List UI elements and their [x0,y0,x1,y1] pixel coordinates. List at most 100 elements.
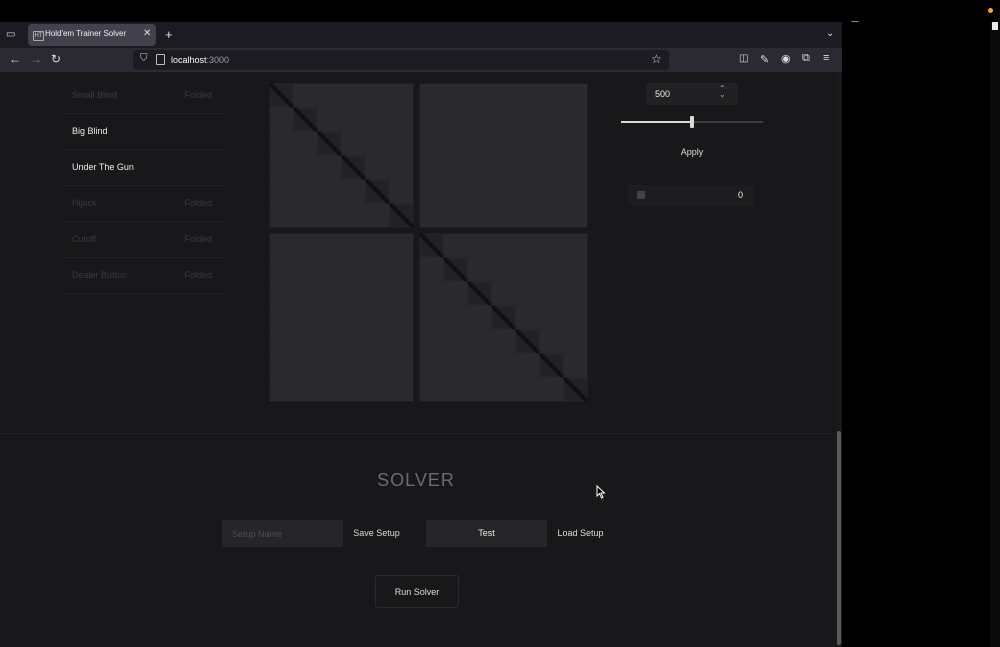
position-item[interactable]: Big Blind [62,115,224,150]
hand-cell[interactable] [389,377,414,402]
hand-cell[interactable] [365,281,390,306]
hand-cell[interactable] [269,131,294,156]
hand-cell[interactable] [317,353,342,378]
hand-cell[interactable] [491,155,516,180]
hand-cell[interactable] [539,83,564,108]
hand-cell[interactable] [317,107,342,132]
hand-cell[interactable] [443,233,468,258]
hand-cell[interactable] [419,155,444,180]
hand-cell[interactable] [539,179,564,204]
pocket-icon[interactable]: ◫ [739,53,748,64]
hand-cell[interactable] [539,131,564,156]
hand-cell[interactable] [563,353,588,378]
hand-cell[interactable] [563,107,588,132]
hand-cell[interactable] [539,305,564,330]
hand-cell[interactable] [341,329,366,354]
hand-cell[interactable] [341,131,366,156]
load-setup-button[interactable]: Load Setup [549,520,612,547]
hand-cell[interactable] [419,305,444,330]
hand-cell[interactable] [341,353,366,378]
hand-cell[interactable] [293,179,318,204]
count-checkbox[interactable] [637,191,645,199]
bet-slider-handle[interactable] [690,116,694,128]
hand-range-grid[interactable] [258,72,588,402]
hand-cell[interactable] [341,257,366,282]
hand-cell[interactable] [467,233,492,258]
back-arrow-icon[interactable]: ← [9,52,21,66]
hand-cell[interactable] [269,353,294,378]
hand-cell[interactable] [269,305,294,330]
hand-cell[interactable] [419,377,444,402]
hand-cell[interactable] [563,281,588,306]
hand-cell[interactable] [443,353,468,378]
tab-overview-icon[interactable]: ▭ [6,29,15,40]
hand-cell[interactable] [341,233,366,258]
hand-cell[interactable] [317,377,342,402]
hand-cell[interactable] [341,305,366,330]
hand-cell[interactable] [443,155,468,180]
hand-cell[interactable] [443,83,468,108]
hand-cell[interactable] [467,377,492,402]
hand-cell[interactable] [491,107,516,132]
plus-icon[interactable]: + [165,27,173,42]
hand-cell[interactable] [563,329,588,354]
star-icon[interactable]: ☆ [651,52,662,66]
hand-cell[interactable] [515,233,540,258]
hand-cell[interactable] [515,203,540,228]
hand-cell[interactable] [317,203,342,228]
hand-cell[interactable] [419,353,444,378]
apply-button[interactable]: Apply [670,142,714,162]
hand-cell[interactable] [467,305,492,330]
hand-cell[interactable] [515,179,540,204]
hand-cell[interactable] [491,329,516,354]
hand-cell[interactable] [419,281,444,306]
close-icon[interactable]: ✕ [143,28,151,39]
position-item[interactable]: Small Blind Folded [62,79,224,114]
hand-cell[interactable] [539,107,564,132]
hand-cell[interactable] [389,257,414,282]
hand-cell[interactable] [293,203,318,228]
hand-cell[interactable] [539,233,564,258]
hand-cell[interactable] [419,179,444,204]
hand-cell[interactable] [317,281,342,306]
hand-cell[interactable] [491,257,516,282]
forward-arrow-icon[interactable]: → [30,52,42,66]
position-item[interactable]: Dealer Button Folded [62,259,224,294]
hand-cell[interactable] [467,155,492,180]
hand-cell[interactable] [365,203,390,228]
hand-cell[interactable] [467,353,492,378]
hand-cell[interactable] [539,203,564,228]
hand-cell[interactable] [443,305,468,330]
hand-cell[interactable] [269,203,294,228]
hand-cell[interactable] [563,131,588,156]
hand-cell[interactable] [293,305,318,330]
run-solver-button[interactable]: Run Solver [375,575,459,608]
hand-cell[interactable] [443,281,468,306]
hand-cell[interactable] [389,83,414,108]
hand-cell[interactable] [317,257,342,282]
hand-cell[interactable] [443,329,468,354]
save-setup-button[interactable]: Save Setup [345,520,408,547]
hand-cell[interactable] [365,257,390,282]
hand-cell[interactable] [269,257,294,282]
hand-cell[interactable] [563,233,588,258]
setup-select[interactable]: Test [426,520,547,547]
hand-cell[interactable] [491,377,516,402]
hand-cell[interactable] [269,155,294,180]
reload-icon[interactable]: ↻ [51,52,61,66]
hand-cell[interactable] [419,107,444,132]
hand-cell[interactable] [269,377,294,402]
hand-cell[interactable] [419,83,444,108]
hand-cell[interactable] [341,203,366,228]
hand-cell[interactable] [491,281,516,306]
hand-cell[interactable] [341,179,366,204]
hand-cell[interactable] [341,377,366,402]
hand-cell[interactable] [269,179,294,204]
position-item[interactable]: Under The Gun [62,151,224,186]
hand-cell[interactable] [563,155,588,180]
hand-cell[interactable] [293,155,318,180]
hand-cell[interactable] [317,155,342,180]
outer-scrollbar-thumb[interactable] [992,22,998,30]
page-scrollbar-thumb[interactable] [837,431,841,645]
hand-cell[interactable] [539,281,564,306]
